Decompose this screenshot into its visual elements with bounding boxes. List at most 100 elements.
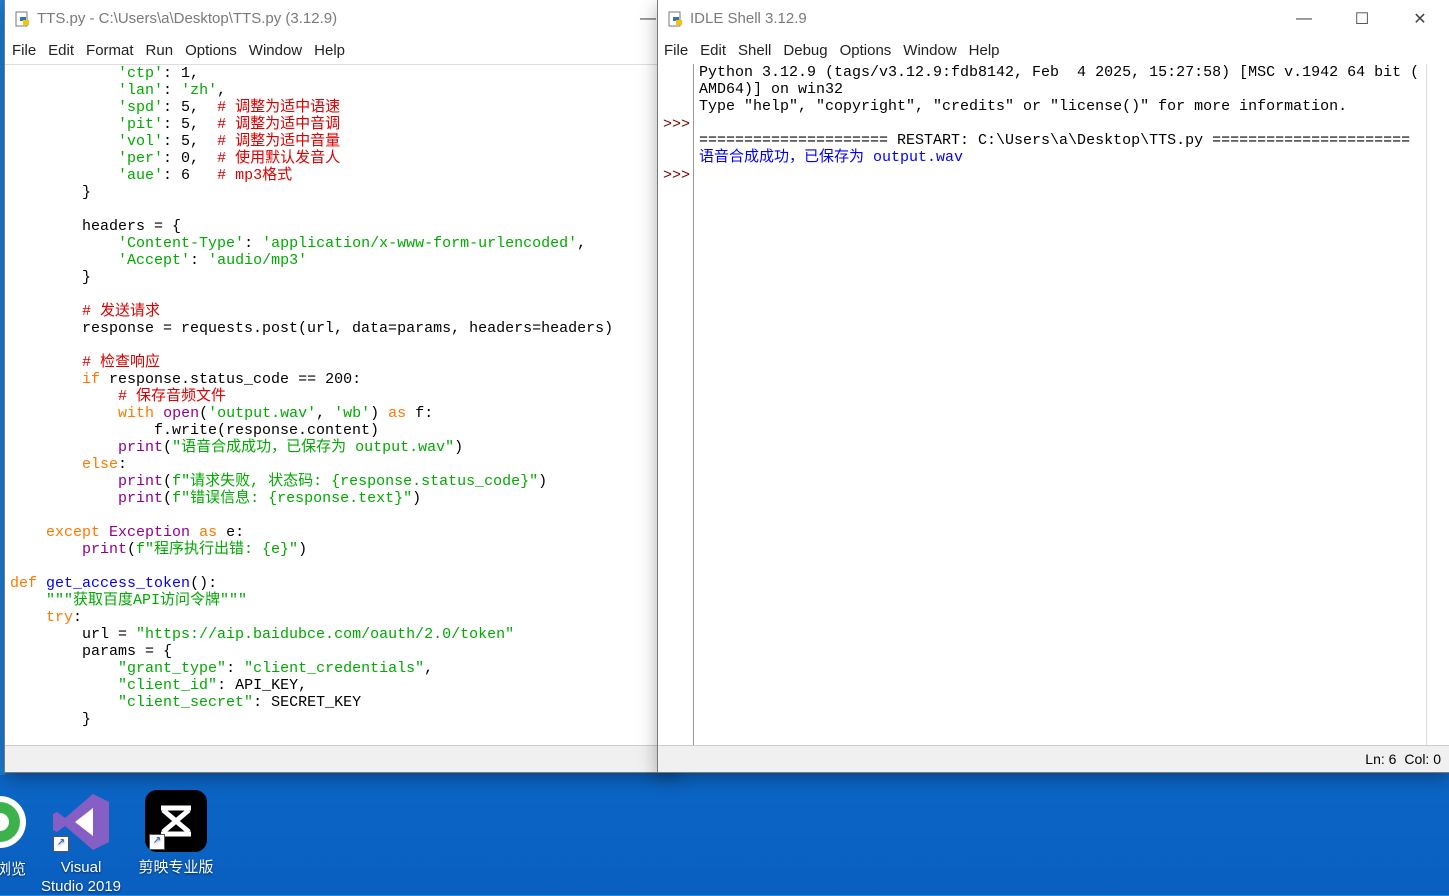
code-token: , — [577, 235, 587, 252]
code-token: # mp3格式 — [217, 167, 293, 184]
menu-edit[interactable]: Edit — [42, 42, 80, 59]
shell-window[interactable]: IDLE Shell 3.12.9 — ☐ ✕ File Edit Shell … — [658, 0, 1449, 772]
editor-statusbar — [5, 745, 677, 772]
code-token: : API_KEY, — [217, 677, 308, 694]
shortcut-arrow-icon: ↗ — [149, 834, 165, 850]
code-line: Type "help", "copyright", "credits" or "… — [699, 98, 1425, 115]
menu-format[interactable]: Format — [80, 42, 140, 59]
code-token: 'pit' — [118, 116, 164, 133]
minimize-button[interactable]: — — [1275, 0, 1333, 37]
editor-titlebar[interactable]: TTS.py - C:\Users\a\Desktop\TTS.py (3.12… — [5, 0, 677, 37]
code-token: if — [82, 371, 101, 388]
code-token: f"错误信息: {response.text}" — [172, 490, 413, 507]
code-token: AMD64)] on win32 — [699, 81, 844, 98]
menu-debug[interactable]: Debug — [777, 42, 833, 59]
code-token: , — [424, 660, 434, 677]
code-token: : 5, — [163, 116, 218, 133]
vertical-scrollbar[interactable] — [1426, 64, 1449, 746]
code-line: 'lan': 'zh', — [5, 82, 665, 99]
code-line: } — [5, 711, 665, 728]
code-line: print("语音合成成功，已保存为 output.wav") — [5, 439, 665, 456]
code-line: } — [5, 184, 665, 201]
code-token: : 5, — [163, 99, 218, 116]
code-token: } — [10, 184, 92, 201]
code-line: params = { — [5, 643, 665, 660]
code-token: response = requests.post(url, data=param… — [10, 320, 614, 337]
code-token: f"程序执行出错: {e}" — [136, 541, 299, 558]
code-token: 'Accept' — [118, 252, 191, 269]
code-editor[interactable]: 'ctp': 1, 'lan': 'zh', 'spd': 5, # 调整为适中… — [5, 64, 665, 747]
code-line: print(f"程序执行出错: {e}") — [5, 541, 665, 558]
menu-run[interactable]: Run — [140, 42, 180, 59]
shell-output[interactable]: Python 3.12.9 (tags/v3.12.9:fdb8142, Feb… — [699, 64, 1425, 746]
maximize-button[interactable]: ☐ — [1333, 0, 1391, 37]
menu-shell[interactable]: Shell — [732, 42, 777, 59]
menu-window[interactable]: Window — [243, 42, 308, 59]
code-line: 'pit': 5, # 调整为适中音调 — [5, 116, 665, 133]
menu-window[interactable]: Window — [897, 42, 962, 59]
code-token: print — [82, 541, 128, 558]
code-token: def — [10, 575, 38, 592]
jianying-icon: ↗ — [145, 790, 207, 852]
code-token: ( — [199, 405, 209, 422]
code-line: "client_secret": SECRET_KEY — [5, 694, 665, 711]
code-token: """获取百度API访问令牌""" — [46, 592, 248, 609]
code-line: print(f"请求失败, 状态码: {response.status_code… — [5, 473, 665, 490]
code-token: 'spd' — [118, 99, 164, 116]
code-token: "语音合成成功，已保存为 output.wav" — [172, 439, 455, 456]
menu-edit[interactable]: Edit — [694, 42, 732, 59]
code-token: ) — [412, 490, 422, 507]
code-line: } — [5, 269, 665, 286]
menu-file[interactable]: File — [6, 42, 42, 59]
editor-window[interactable]: TTS.py - C:\Users\a\Desktop\TTS.py (3.12… — [5, 0, 677, 772]
code-token: # 保存音频文件 — [118, 388, 227, 405]
menu-options[interactable]: Options — [179, 42, 243, 59]
shell-titlebar[interactable]: IDLE Shell 3.12.9 — ☐ ✕ — [658, 0, 1449, 37]
menu-options[interactable]: Options — [834, 42, 898, 59]
code-token: "client_id" — [118, 677, 218, 694]
code-token: print — [118, 439, 164, 456]
code-line: try: — [5, 609, 665, 626]
code-token: f"请求失败, 状态码: {response.status_code}" — [172, 473, 539, 490]
code-line: if response.status_code == 200: — [5, 371, 665, 388]
code-line: 'vol': 5, # 调整为适中音量 — [5, 133, 665, 150]
code-line: f.write(response.content) — [5, 422, 665, 439]
desktop-icon-visual-studio[interactable]: ↗ Visual Studio 2019 — [35, 790, 127, 896]
code-token: 'aue' — [118, 167, 164, 184]
code-line: response = requests.post(url, data=param… — [5, 320, 665, 337]
code-token: ( — [163, 473, 173, 490]
code-token: Python 3.12.9 (tags/v3.12.9:fdb8142, Feb… — [699, 64, 1420, 81]
shell-prompt-gutter: >>> >>> — [658, 64, 694, 746]
code-line: 语音合成成功，已保存为 output.wav — [699, 149, 1425, 166]
code-token: ) — [298, 541, 308, 558]
menu-help[interactable]: Help — [963, 42, 1006, 59]
code-line: # 保存音频文件 — [5, 388, 665, 405]
desktop-icon-jianying[interactable]: ↗ 剪映专业版 — [134, 790, 218, 877]
desktop-icon-browser[interactable]: 浏览 — [0, 790, 38, 879]
code-token: with — [118, 405, 155, 422]
code-token: 'application/x-www-form-urlencoded' — [262, 235, 578, 252]
code-token: 'ctp' — [118, 65, 164, 82]
code-token: response.status_code == 200: — [100, 371, 362, 388]
menu-file[interactable]: File — [658, 42, 694, 59]
code-line: print(f"错误信息: {response.text}") — [5, 490, 665, 507]
menu-help[interactable]: Help — [308, 42, 351, 59]
code-line: "client_id": API_KEY, — [5, 677, 665, 694]
code-line: 'spd': 5, # 调整为适中语速 — [5, 99, 665, 116]
line-number: Ln: 6 — [1365, 751, 1397, 767]
code-token: params = { — [10, 643, 173, 660]
close-button[interactable]: ✕ — [1391, 0, 1449, 37]
code-token: 'output.wav' — [208, 405, 317, 422]
code-token: : — [163, 82, 182, 99]
